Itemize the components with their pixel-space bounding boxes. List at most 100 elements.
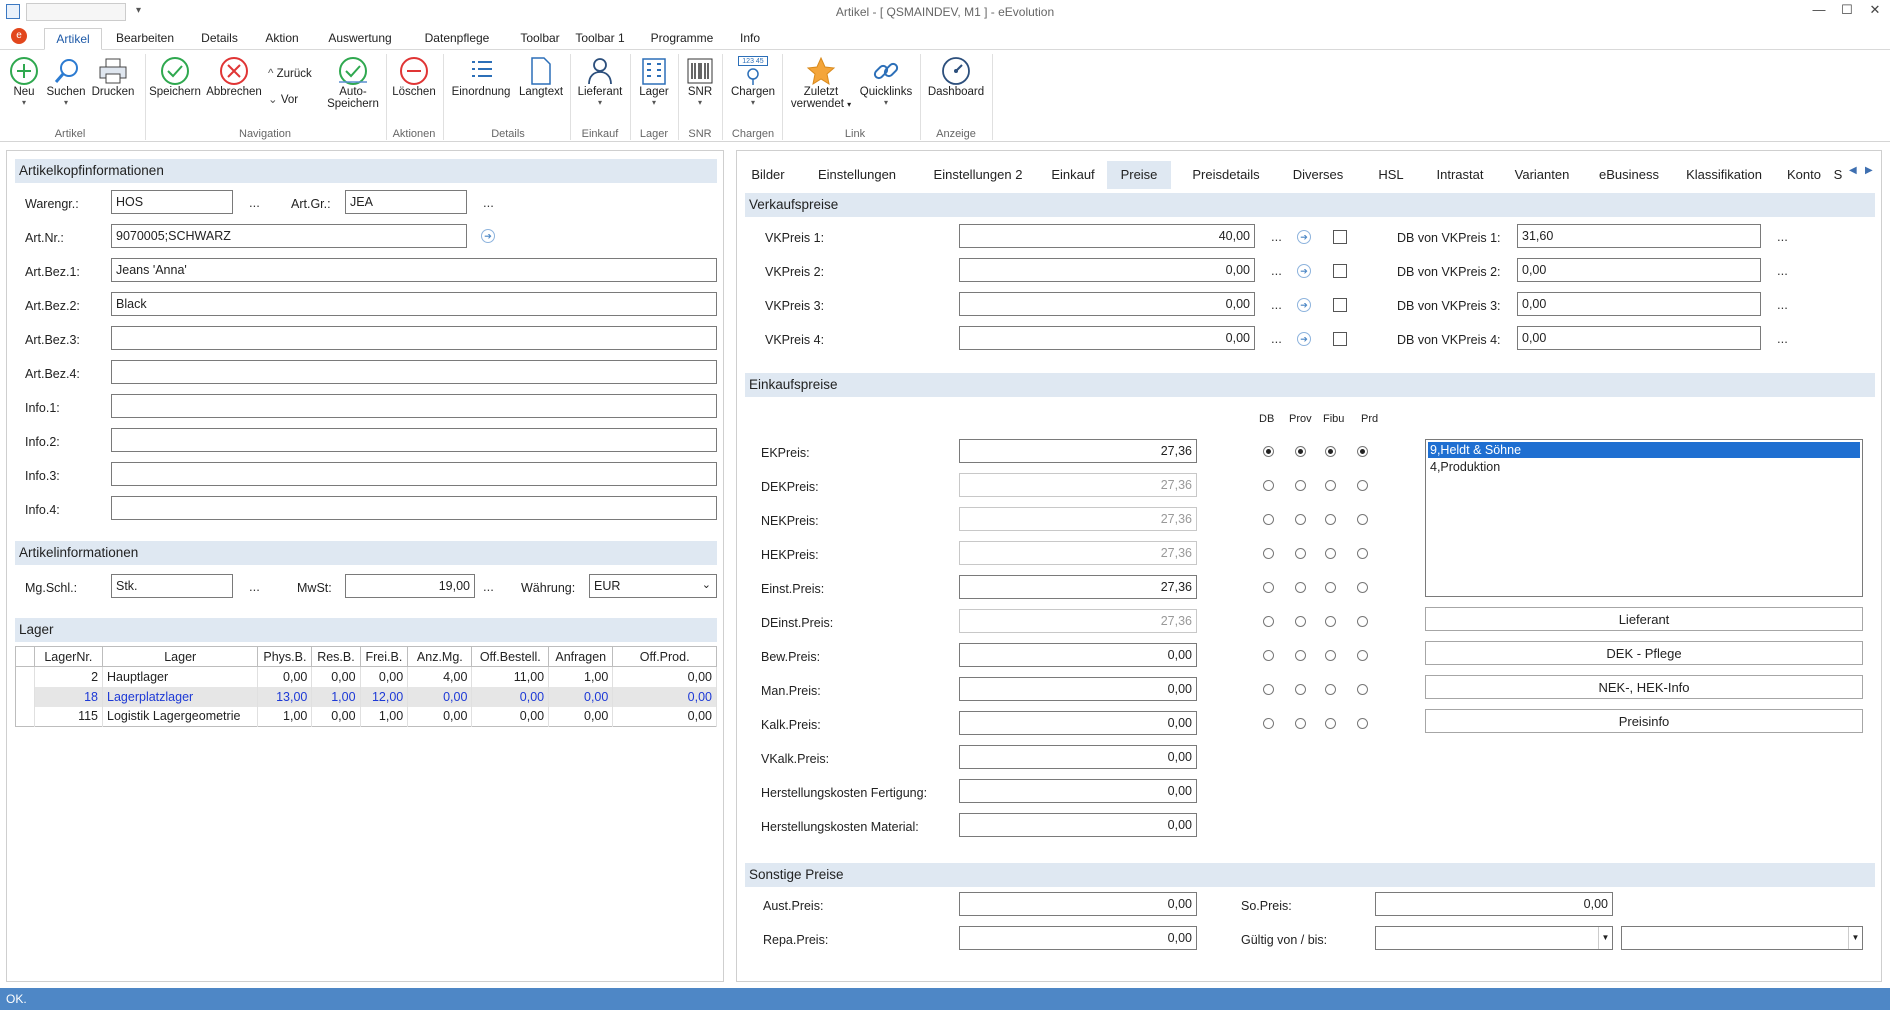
ek-radio-db[interactable] [1263,684,1274,695]
mgschl-lookup-button[interactable]: ... [249,579,260,594]
db-vk3-lookup-button[interactable]: ... [1777,297,1788,312]
db-vk1-lookup-button[interactable]: ... [1777,229,1788,244]
bez4-field[interactable] [111,360,717,384]
zurueck-button[interactable]: ^ Zurück [268,68,328,80]
table-row[interactable]: 2 Hauptlager 0,00 0,00 0,00 4,00 11,00 1… [15,666,717,687]
table-row[interactable]: 18 Lagerplatzlager 13,00 1,00 12,00 0,00… [15,686,717,707]
ek-radio-prd[interactable] [1357,446,1368,457]
quicklinks-button[interactable]: Quicklinks ▾ [856,56,916,107]
ek-radio-fibu[interactable] [1325,446,1336,457]
ek-radio-prov[interactable] [1295,684,1306,695]
supplier-list[interactable]: 9,Heldt & Söhne 4,Produktion [1425,439,1863,597]
info3-field[interactable] [111,462,717,486]
go-arrow-icon[interactable]: ➔ [1297,298,1311,312]
nek-hek-info-button[interactable]: NEK-, HEK-Info [1425,675,1863,699]
tab-intrastat[interactable]: Intrastat [1425,161,1495,189]
col-header[interactable]: Frei.B. [359,646,409,667]
tab-details[interactable]: Details [192,28,247,50]
tab-auswertung[interactable]: Auswertung [318,28,402,50]
so-field[interactable]: 0,00 [1375,892,1613,916]
ek-radio-prov[interactable] [1295,650,1306,661]
ek-radio-prd[interactable] [1357,616,1368,627]
ek-radio-fibu[interactable] [1325,480,1336,491]
go-arrow-icon[interactable]: ➔ [1297,230,1311,244]
artgr-lookup-button[interactable]: ... [483,195,494,210]
repa-field[interactable]: 0,00 [959,926,1197,950]
tab-klassifikation[interactable]: Klassifikation [1679,161,1769,189]
artgr-field[interactable]: JEA [345,190,467,214]
aust-field[interactable]: 0,00 [959,892,1197,916]
ek-row-field[interactable]: 27,36 [959,473,1197,497]
tab-preise[interactable]: Preise [1107,161,1171,189]
tab-scroll-left-icon[interactable]: ◀ [1849,165,1857,176]
list-item[interactable]: 9,Heldt & Söhne [1428,442,1860,458]
lieferant-button[interactable]: Lieferant ▾ [574,56,626,107]
dashboard-button[interactable]: Dashboard [924,56,988,98]
vk3-lookup-button[interactable]: ... [1271,297,1282,312]
vk2-lookup-button[interactable]: ... [1271,263,1282,278]
mgschl-field[interactable]: Stk. [111,574,233,598]
vk2-field[interactable]: 0,00 [959,258,1255,282]
bez2-field[interactable]: Black [111,292,717,316]
info4-field[interactable] [111,496,717,520]
lieferant-button[interactable]: Lieferant [1425,607,1863,631]
neu-button[interactable]: Neu ▾ [6,56,42,107]
gueltig-von-select[interactable]: ▼ [1375,926,1613,950]
ek-row-field[interactable]: 0,00 [959,779,1197,803]
ek-row-field[interactable]: 27,36 [959,609,1197,633]
loeschen-button[interactable]: Löschen [390,56,438,98]
ek-radio-prov[interactable] [1295,718,1306,729]
ek-radio-db[interactable] [1263,718,1274,729]
ek-radio-db[interactable] [1263,446,1274,457]
speichern-button[interactable]: Speichern [148,56,202,98]
mwst-lookup-button[interactable]: ... [483,579,494,594]
suchen-button[interactable]: Suchen ▾ [44,56,88,107]
gueltig-bis-select[interactable]: ▼ [1621,926,1863,950]
db-vk3-field[interactable]: 0,00 [1517,292,1761,316]
ek-row-field[interactable]: 0,00 [959,643,1197,667]
col-header[interactable]: Phys.B. [257,646,313,667]
tab-programme[interactable]: Programme [648,28,716,50]
ek-radio-prov[interactable] [1295,548,1306,559]
db-vk4-field[interactable]: 0,00 [1517,326,1761,350]
artnr-field[interactable]: 9070005;SCHWARZ [111,224,467,248]
ek-radio-prd[interactable] [1357,718,1368,729]
tab-diverses[interactable]: Diverses [1283,161,1353,189]
lager-button[interactable]: Lager ▾ [634,56,674,107]
list-item[interactable]: 4,Produktion [1428,460,1860,474]
vk3-field[interactable]: 0,00 [959,292,1255,316]
vk4-checkbox[interactable] [1333,332,1347,346]
col-header[interactable]: Lager [102,646,259,667]
close-icon[interactable]: ✕ [1862,2,1888,22]
ek-radio-prov[interactable] [1295,480,1306,491]
ek-radio-db[interactable] [1263,582,1274,593]
col-header[interactable]: LagerNr. [33,646,104,667]
ek-radio-prd[interactable] [1357,480,1368,491]
tab-datenpflege[interactable]: Datenpflege [412,28,502,50]
db-vk4-lookup-button[interactable]: ... [1777,331,1788,346]
vk4-lookup-button[interactable]: ... [1271,331,1282,346]
app-menu-icon[interactable]: e [11,28,27,44]
col-header[interactable]: Off.Prod. [612,646,717,667]
ek-radio-prd[interactable] [1357,548,1368,559]
drucken-button[interactable]: Drucken [89,56,137,98]
tab-einstellungen-2[interactable]: Einstellungen 2 [923,161,1033,189]
ek-radio-fibu[interactable] [1325,650,1336,661]
warengr-lookup-button[interactable]: ... [249,195,260,210]
col-header[interactable]: Res.B. [311,646,361,667]
ek-radio-prov[interactable] [1295,446,1306,457]
vk1-checkbox[interactable] [1333,230,1347,244]
tab-toolbar[interactable]: Toolbar [505,28,575,50]
ek-row-field[interactable]: 27,36 [959,541,1197,565]
dropdown-arrow-icon[interactable]: ▼ [1598,927,1612,949]
ek-radio-prd[interactable] [1357,514,1368,525]
ek-radio-prov[interactable] [1295,582,1306,593]
maximize-icon[interactable]: ☐ [1834,2,1860,22]
ek-radio-fibu[interactable] [1325,616,1336,627]
dropdown-arrow-icon[interactable]: ▼ [1848,927,1862,949]
ek-radio-fibu[interactable] [1325,684,1336,695]
dek-pflege-button[interactable]: DEK - Pflege [1425,641,1863,665]
tab-varianten[interactable]: Varianten [1507,161,1577,189]
tab-bilder[interactable]: Bilder [743,161,793,189]
tab-ebusiness[interactable]: eBusiness [1591,161,1667,189]
